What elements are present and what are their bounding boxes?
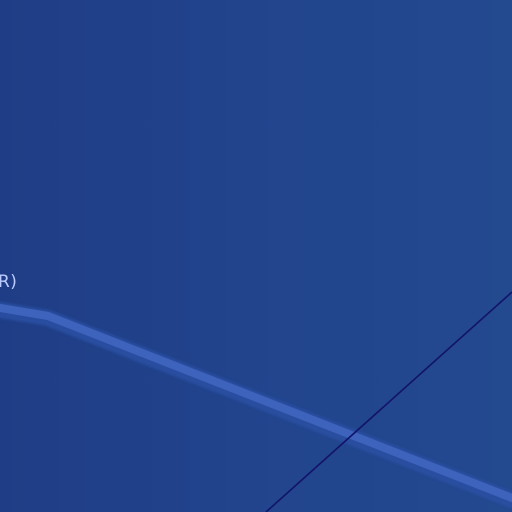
partial-label: R) <box>0 272 18 292</box>
desktop-background: R) <box>0 0 512 512</box>
background-fill <box>0 0 512 512</box>
wallpaper-graphic <box>0 0 512 512</box>
